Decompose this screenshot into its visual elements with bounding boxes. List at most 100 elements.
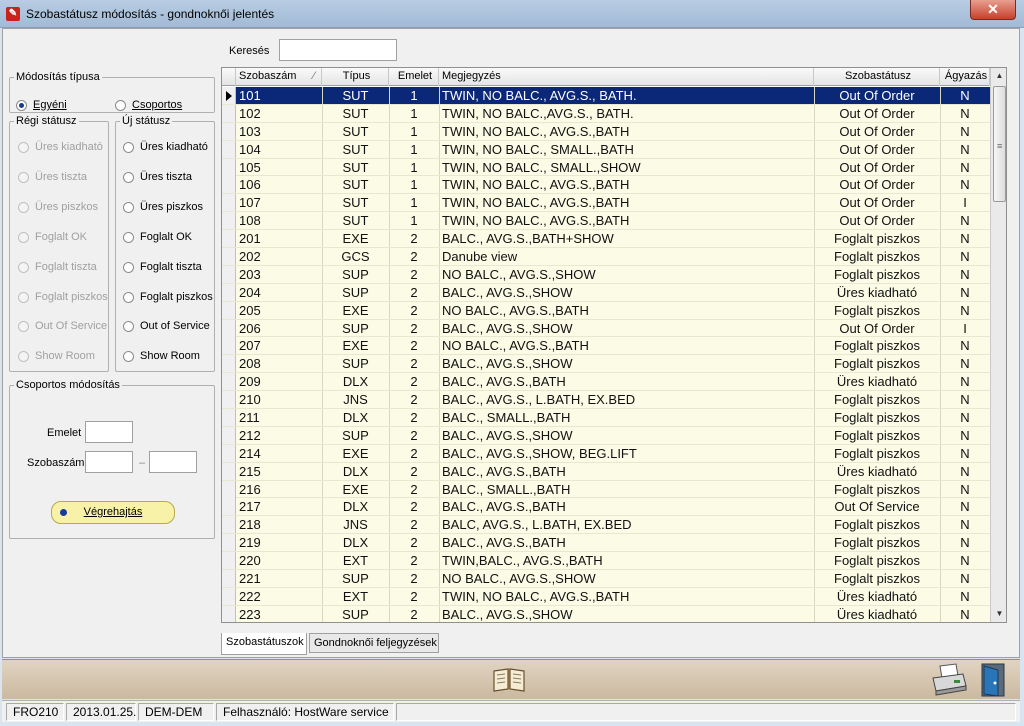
row-indicator[interactable] bbox=[222, 176, 236, 194]
table-row[interactable]: 108 SUT 1 TWIN, NO BALC., AVG.S.,BATH Out Of… bbox=[222, 212, 990, 231]
exit-door-icon[interactable] bbox=[978, 662, 1010, 698]
table-row[interactable]: 211 DLX 2 BALC., SMALL.,BATH Foglalt piszkos… bbox=[222, 409, 990, 427]
row-indicator[interactable] bbox=[222, 444, 236, 462]
row-indicator[interactable] bbox=[222, 248, 236, 266]
new-status-option[interactable]: Üres kiadható bbox=[123, 141, 208, 153]
col-floor[interactable]: Emelet bbox=[389, 68, 439, 86]
row-indicator[interactable] bbox=[222, 212, 236, 230]
table-row[interactable]: 206 SUP 2 BALC., AVG.S.,SHOW Out Of Order I bbox=[222, 319, 990, 338]
table-row[interactable]: 219 DLX 2 BALC., AVG.S.,BATH Foglalt piszkos… bbox=[222, 534, 990, 553]
table-row[interactable]: 217 DLX 2 BALC., AVG.S.,BATH Out Of Service N bbox=[222, 498, 990, 517]
table-row[interactable]: 223 SUP 2 BALC., AVG.S.,SHOW Üres kiadható N bbox=[222, 605, 990, 622]
row-indicator[interactable] bbox=[222, 480, 236, 498]
table-row[interactable]: 103 SUT 1 TWIN, NO BALC., AVG.S.,BATH Out Of… bbox=[222, 122, 990, 141]
row-indicator[interactable] bbox=[222, 605, 236, 622]
floor-input[interactable] bbox=[85, 421, 133, 443]
radio-dot bbox=[18, 201, 29, 213]
tab-room-statuses[interactable]: Szobastátuszok bbox=[221, 633, 307, 655]
table-row[interactable]: 107 SUT 1 TWIN, NO BALC., AVG.S.,BATH Out Of… bbox=[222, 194, 990, 213]
table-row[interactable]: 216 EXE 2 BALC., SMALL.,BATH Foglalt piszkos… bbox=[222, 480, 990, 499]
table-row[interactable]: 215 DLX 2 BALC., AVG.S.,BATH Üres kiadható N bbox=[222, 462, 990, 481]
table-row[interactable]: 205 EXE 2 NO BALC., AVG.S.,BATH Foglalt pisz… bbox=[222, 301, 990, 320]
new-status-option[interactable]: Foglalt piszkos bbox=[123, 291, 213, 303]
table-row[interactable]: 202 GCS 2 Danube view Foglalt piszkos N bbox=[222, 248, 990, 266]
table-row[interactable]: 203 SUP 2 NO BALC., AVG.S.,SHOW Foglalt pisz… bbox=[222, 265, 990, 284]
table-row[interactable]: 209 DLX 2 BALC., AVG.S.,BATH Üres kiadható N bbox=[222, 373, 990, 392]
printer-icon[interactable] bbox=[930, 662, 968, 696]
new-status-option[interactable]: Foglalt tiszta bbox=[123, 261, 202, 273]
cell-bedding: N bbox=[960, 266, 970, 282]
table-row[interactable]: 210 JNS 2 BALC., AVG.S., L.BATH, EX.BED Fogl… bbox=[222, 391, 990, 410]
table-row[interactable]: 220 EXT 2 TWIN,BALC., AVG.S.,BATH Foglalt pi… bbox=[222, 552, 990, 571]
row-indicator[interactable] bbox=[222, 552, 236, 570]
new-status-option[interactable]: Üres piszkos bbox=[123, 201, 203, 213]
row-indicator[interactable] bbox=[222, 140, 236, 158]
table-row[interactable]: 208 SUP 2 BALC., AVG.S.,SHOW Foglalt piszkos… bbox=[222, 355, 990, 374]
row-indicator[interactable] bbox=[222, 534, 236, 552]
row-indicator[interactable] bbox=[222, 409, 236, 427]
close-button[interactable]: ✕ bbox=[970, 0, 1016, 20]
table-row[interactable]: 221 SUP 2 NO BALC., AVG.S.,SHOW Foglalt pisz… bbox=[222, 570, 990, 588]
row-indicator[interactable] bbox=[222, 265, 236, 283]
col-bedding[interactable]: Ágyazás bbox=[940, 68, 990, 86]
row-indicator[interactable] bbox=[222, 587, 236, 605]
radio-individual[interactable]: Egyéni bbox=[16, 99, 67, 111]
cell-bedding: N bbox=[960, 481, 970, 497]
new-status-option[interactable]: Show Room bbox=[123, 350, 200, 362]
col-note[interactable]: Megjegyzés bbox=[439, 68, 814, 86]
vertical-scrollbar[interactable]: ▲ ≡ ▼ bbox=[990, 68, 1006, 622]
table-row[interactable]: 201 EXE 2 BALC., AVG.S.,BATH+SHOW Foglalt pi… bbox=[222, 230, 990, 249]
client-area: Módosítás típusa Egyéni Csoportos Régi s… bbox=[2, 28, 1020, 658]
row-indicator[interactable] bbox=[222, 122, 236, 140]
new-status-option[interactable]: Foglalt OK bbox=[123, 231, 192, 243]
new-status-option[interactable]: Üres tiszta bbox=[123, 171, 192, 183]
row-indicator[interactable] bbox=[222, 498, 236, 516]
row-indicator[interactable] bbox=[222, 355, 236, 373]
scroll-up-icon[interactable]: ▲ bbox=[992, 68, 1006, 84]
row-indicator[interactable] bbox=[222, 373, 236, 391]
radio-group[interactable]: Csoportos bbox=[115, 99, 182, 111]
cell-status: Out Of Order bbox=[839, 88, 915, 103]
table-row[interactable]: 102 SUT 1 TWIN, NO BALC.,AVG.S., BATH. Out O… bbox=[222, 104, 990, 123]
scroll-thumb[interactable]: ≡ bbox=[993, 86, 1006, 202]
new-status-option[interactable]: Out of Service bbox=[123, 320, 210, 332]
book-icon[interactable] bbox=[492, 665, 526, 693]
column-separator bbox=[389, 516, 390, 534]
row-indicator[interactable] bbox=[222, 570, 236, 588]
row-indicator[interactable] bbox=[222, 391, 236, 409]
table-row[interactable]: 207 EXE 2 NO BALC., AVG.S.,BATH Foglalt pisz… bbox=[222, 337, 990, 356]
row-indicator[interactable] bbox=[222, 462, 236, 480]
table-row[interactable]: 104 SUT 1 TWIN, NO BALC., SMALL.,BATH Out Of… bbox=[222, 140, 990, 159]
row-indicator[interactable] bbox=[222, 337, 236, 355]
table-row[interactable]: 105 SUT 1 TWIN, NO BALC., SMALL.,SHOW Out Of… bbox=[222, 158, 990, 177]
cell-bedding: N bbox=[960, 553, 970, 569]
table-row[interactable]: 212 SUP 2 BALC., AVG.S.,SHOW Foglalt piszkos… bbox=[222, 426, 990, 445]
col-status[interactable]: Szobastátusz bbox=[814, 68, 940, 86]
cell-status: Out Of Order bbox=[839, 195, 915, 211]
table-row[interactable]: 218 JNS 2 BALC, AVG.S., L.BATH, EX.BED Fogla… bbox=[222, 516, 990, 535]
row-indicator[interactable] bbox=[222, 426, 236, 444]
row-indicator[interactable] bbox=[222, 283, 236, 301]
row-indicator[interactable] bbox=[222, 319, 236, 337]
tab-housekeeper-notes[interactable]: Gondnoknői feljegyzések bbox=[309, 633, 439, 653]
row-indicator[interactable] bbox=[222, 104, 236, 122]
execute-button[interactable]: Végrehajtás bbox=[51, 501, 175, 524]
row-indicator[interactable] bbox=[222, 230, 236, 248]
room-from-input[interactable] bbox=[85, 451, 133, 473]
search-input[interactable] bbox=[279, 39, 397, 61]
row-indicator[interactable] bbox=[222, 158, 236, 176]
table-row[interactable]: 106 SUT 1 TWIN, NO BALC., AVG.S.,BATH Out Of… bbox=[222, 176, 990, 195]
col-room-number[interactable]: Szobaszám ⁄ bbox=[236, 68, 322, 86]
scroll-down-icon[interactable]: ▼ bbox=[992, 606, 1006, 622]
table-row[interactable]: 101 SUT 1 TWIN, NO BALC., AVG.S., BATH. Out … bbox=[222, 87, 990, 105]
row-indicator[interactable] bbox=[222, 301, 236, 319]
table-row[interactable]: 222 EXT 2 TWIN, NO BALC., AVG.S.,BATH Üres k… bbox=[222, 587, 990, 606]
table-row[interactable]: 214 EXE 2 BALC., AVG.S.,SHOW, BEG.LIFT Fogla… bbox=[222, 444, 990, 463]
cell-bedding: N bbox=[960, 445, 970, 461]
row-indicator[interactable] bbox=[222, 194, 236, 212]
room-to-input[interactable] bbox=[149, 451, 197, 473]
col-type[interactable]: Típus bbox=[322, 68, 389, 86]
table-row[interactable]: 204 SUP 2 BALC., AVG.S.,SHOW Üres kiadható N bbox=[222, 283, 990, 302]
row-indicator[interactable] bbox=[222, 516, 236, 534]
row-indicator[interactable] bbox=[222, 87, 236, 104]
